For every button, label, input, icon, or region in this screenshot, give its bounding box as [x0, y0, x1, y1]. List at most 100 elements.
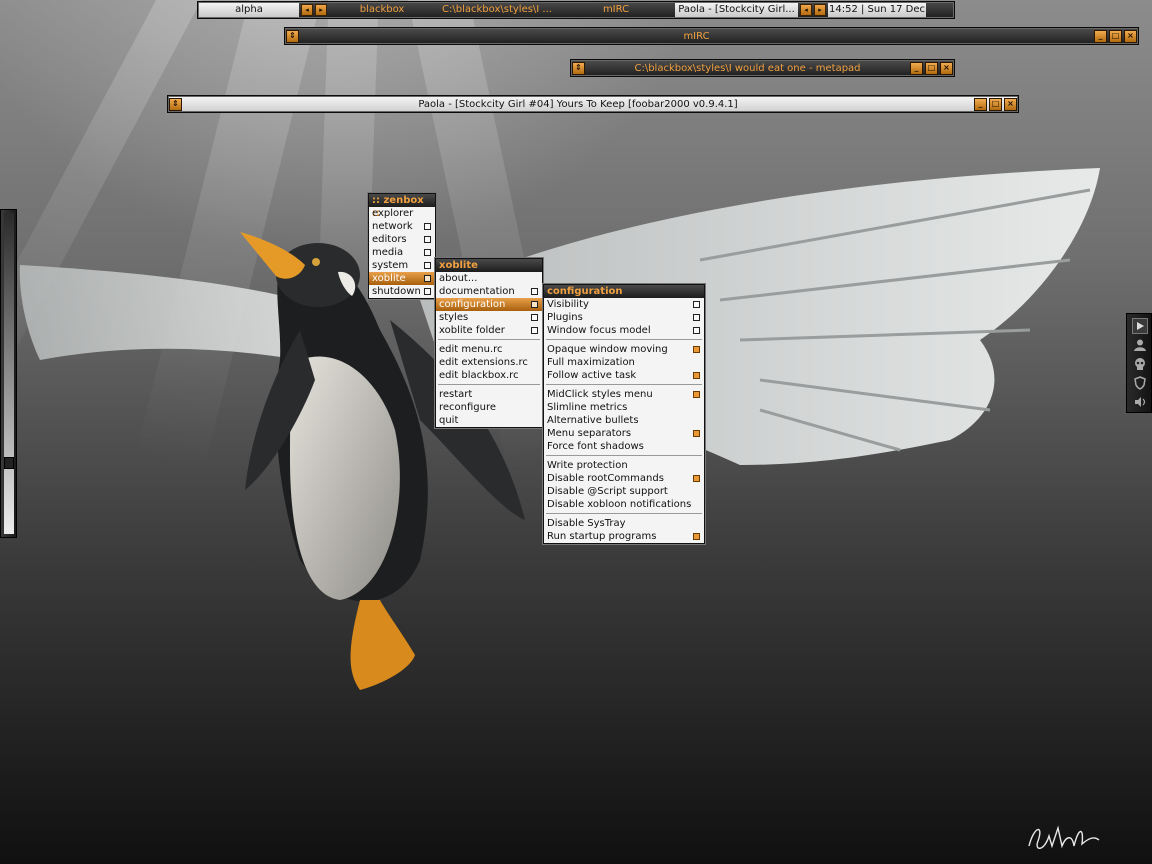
slider-track[interactable]	[4, 213, 14, 534]
menu-item-label: xoblite folder	[439, 325, 505, 336]
menu-item-follow-active-task[interactable]: Follow active task	[544, 369, 704, 382]
shield-icon[interactable]	[1132, 375, 1148, 391]
menu-item-system[interactable]: system	[369, 259, 435, 272]
menu-item-plugins[interactable]: Plugins	[544, 311, 704, 324]
menu-item-reconfigure[interactable]: reconfigure	[436, 401, 542, 414]
menu-item-label: Window focus model	[547, 325, 651, 336]
shade-button[interactable]: ⇕	[169, 97, 182, 111]
menu-item-shutdown[interactable]: shutdown	[369, 285, 435, 298]
mirc-window-titlebar[interactable]: ⇕ mIRC _ □ ×	[284, 27, 1139, 45]
menu-title: xoblite	[436, 259, 542, 272]
menu-item-label: Opaque window moving	[547, 344, 668, 355]
close-button[interactable]: ×	[940, 61, 953, 75]
toolbar: alpha ◂ ▸ blackbox C:\blackbox\styles\I …	[197, 1, 955, 19]
menu-item-label: MidClick styles menu	[547, 389, 653, 400]
checked-bullet-icon	[693, 391, 700, 398]
menu-item-run-startup-programs[interactable]: Run startup programs	[544, 530, 704, 543]
close-icon: ×	[943, 63, 950, 72]
menu-item-disable-xobloon-notifications[interactable]: Disable xobloon notifications	[544, 498, 704, 511]
task-prev-button[interactable]: ◂	[800, 4, 812, 16]
menu-item-edit-blackbox-rc[interactable]: edit blackbox.rc	[436, 369, 542, 382]
submenu-bullet-icon	[531, 288, 538, 295]
play-icon[interactable]	[1132, 318, 1148, 334]
menu-item-label: Full maximization	[547, 357, 635, 368]
metapad-window-titlebar[interactable]: ⇕ C:\blackbox\styles\I would eat one - m…	[570, 59, 955, 77]
foobar-window-titlebar[interactable]: ⇕ Paola - [Stockcity Girl #04] Yours To …	[167, 95, 1019, 113]
maximize-button[interactable]: □	[925, 61, 938, 75]
maximize-button[interactable]: □	[1109, 29, 1122, 43]
menu-item-label: network	[372, 221, 413, 232]
menu-item-label: edit blackbox.rc	[439, 370, 519, 381]
task-blackbox[interactable]: blackbox	[327, 3, 437, 17]
menu-item-visibility[interactable]: Visibility	[544, 298, 704, 311]
menu-item-network[interactable]: network	[369, 220, 435, 233]
workspace-label[interactable]: alpha	[199, 3, 299, 17]
submenu-bullet-icon	[424, 275, 431, 282]
window-title: mIRC	[683, 30, 710, 42]
menu-item-xoblite[interactable]: xoblite	[369, 272, 435, 285]
menu-item-opaque-window-moving[interactable]: Opaque window moving	[544, 343, 704, 356]
menu-item-label: styles	[439, 312, 469, 323]
menu-item-documentation[interactable]: documentation	[436, 285, 542, 298]
menu-item-window-focus-model[interactable]: Window focus model	[544, 324, 704, 337]
submenu-bullet-icon	[424, 262, 431, 269]
artist-signature	[1028, 825, 1100, 849]
task-foobar[interactable]: Paola - [Stockcity Girl...	[675, 3, 798, 17]
menu-item-alternative-bullets[interactable]: Alternative bullets	[544, 414, 704, 427]
menu-item-force-font-shadows[interactable]: Force font shadows	[544, 440, 704, 453]
menu-item-edit-menu-rc[interactable]: edit menu.rc	[436, 343, 542, 356]
submenu-bullet-icon	[424, 249, 431, 256]
speaker-icon[interactable]	[1132, 394, 1148, 410]
submenu-bullet-icon	[693, 301, 700, 308]
minimize-button[interactable]: _	[974, 97, 987, 111]
menu-item-write-protection[interactable]: Write protection	[544, 459, 704, 472]
menu-item-label: Slimline metrics	[547, 402, 628, 413]
menu-item-about[interactable]: about...	[436, 272, 542, 285]
updown-icon: ⇕	[289, 31, 296, 40]
workspace-next-button[interactable]: ▸	[315, 4, 327, 16]
menu-item-menu-separators[interactable]: Menu separators	[544, 427, 704, 440]
workspace-prev-button[interactable]: ◂	[301, 4, 313, 16]
menu-item-media[interactable]: media	[369, 246, 435, 259]
menu-item-editors[interactable]: editors	[369, 233, 435, 246]
menu-item-label: Menu separators	[547, 428, 632, 439]
shade-button[interactable]: ⇕	[286, 29, 299, 43]
checked-bullet-icon	[693, 346, 700, 353]
configuration-menu: configuration Visibility Plugins Window …	[543, 284, 705, 544]
skull-icon[interactable]	[1132, 356, 1148, 372]
checked-bullet-icon	[693, 430, 700, 437]
menu-item-full-maximization[interactable]: Full maximization	[544, 356, 704, 369]
menu-item-styles[interactable]: styles	[436, 311, 542, 324]
xoblite-menu: xoblite about... documentation configura…	[435, 258, 543, 428]
task-mirc[interactable]: mIRC	[557, 3, 675, 17]
clock[interactable]: 14:52 | Sun 17 Dec	[828, 3, 926, 17]
task-next-button[interactable]: ▸	[814, 4, 826, 16]
menu-item-slimline-metrics[interactable]: Slimline metrics	[544, 401, 704, 414]
task-metapad[interactable]: C:\blackbox\styles\I ...	[437, 3, 557, 17]
menu-item-explorer[interactable]: explorer	[369, 207, 435, 220]
menu-item-configuration[interactable]: configuration	[436, 298, 542, 311]
user-icon[interactable]	[1132, 337, 1148, 353]
minimize-icon: _	[914, 63, 919, 72]
submenu-bullet-icon	[424, 288, 431, 295]
maximize-icon: □	[991, 99, 1000, 108]
menu-item-disable-script-support[interactable]: Disable @Script support	[544, 485, 704, 498]
menu-item-label: Write protection	[547, 460, 628, 471]
close-button[interactable]: ×	[1124, 29, 1137, 43]
menu-item-label: Follow active task	[547, 370, 637, 381]
menu-item-midclick-styles-menu[interactable]: MidClick styles menu	[544, 388, 704, 401]
menu-item-label: configuration	[439, 299, 506, 310]
menu-item-xoblite-folder[interactable]: xoblite folder	[436, 324, 542, 337]
slider-thumb[interactable]	[4, 457, 14, 469]
menu-item-edit-extensions-rc[interactable]: edit extensions.rc	[436, 356, 542, 369]
menu-item-disable-rootcommands[interactable]: Disable rootCommands	[544, 472, 704, 485]
close-button[interactable]: ×	[1004, 97, 1017, 111]
minimize-button[interactable]: _	[1094, 29, 1107, 43]
submenu-bullet-icon	[531, 314, 538, 321]
menu-item-quit[interactable]: quit	[436, 414, 542, 427]
shade-button[interactable]: ⇕	[572, 61, 585, 75]
maximize-button[interactable]: □	[989, 97, 1002, 111]
minimize-button[interactable]: _	[910, 61, 923, 75]
menu-item-disable-systray[interactable]: Disable SysTray	[544, 517, 704, 530]
menu-item-restart[interactable]: restart	[436, 388, 542, 401]
